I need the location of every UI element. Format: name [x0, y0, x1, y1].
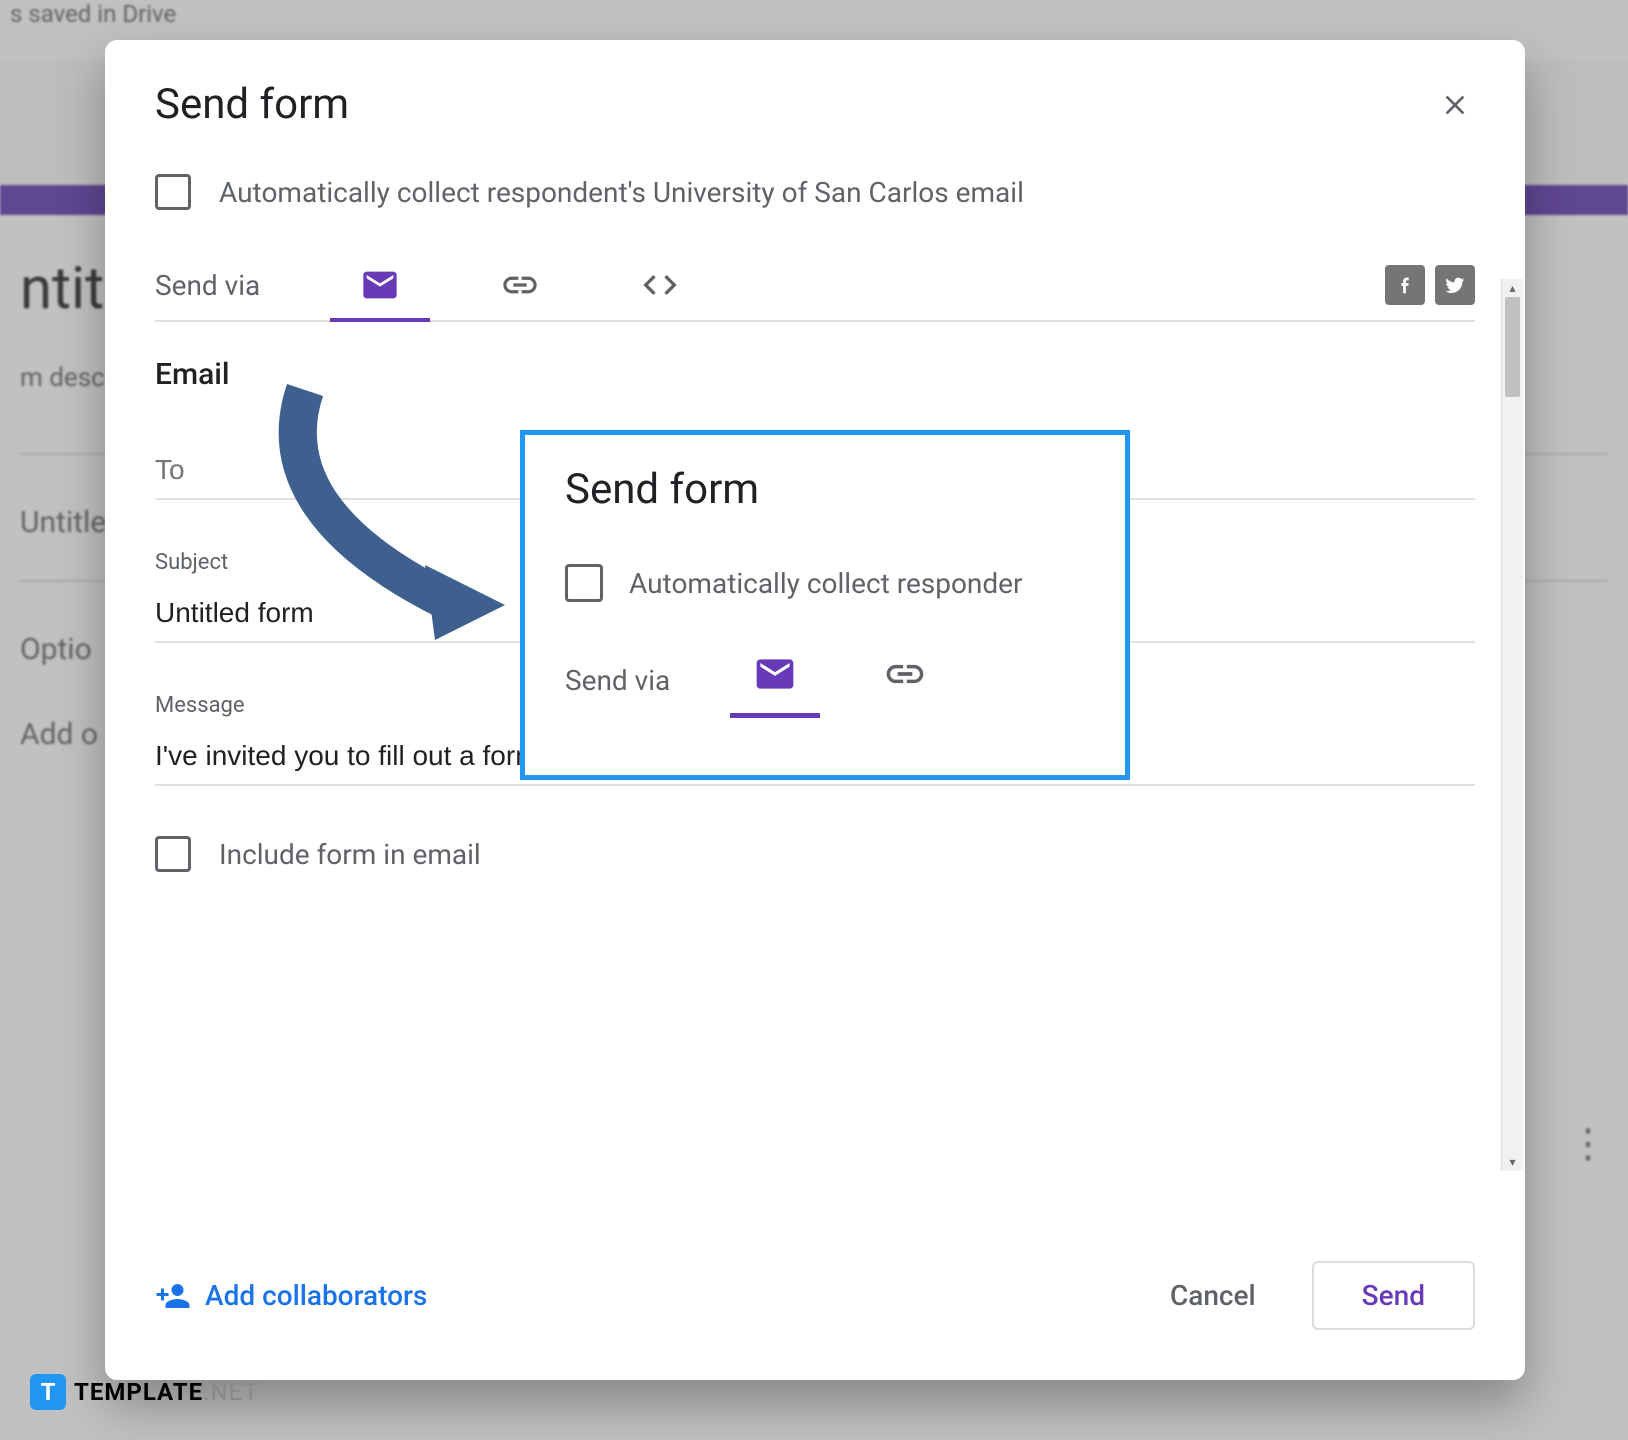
callout-auto-collect-row: Automatically collect responder	[565, 564, 1085, 602]
watermark: T TEMPLATE.NET	[30, 1374, 259, 1410]
add-collaborators-label: Add collaborators	[205, 1279, 427, 1312]
send-button[interactable]: Send	[1312, 1261, 1475, 1330]
watermark-net: .NET	[203, 1378, 259, 1406]
send-via-tabs: Send via	[155, 250, 1475, 322]
close-icon	[1439, 89, 1471, 121]
include-form-checkbox[interactable]	[155, 836, 191, 872]
facebook-icon	[1394, 274, 1416, 296]
callout-send-via-label: Send via	[565, 664, 670, 697]
scroll-up-arrow[interactable]: ▴	[1502, 279, 1523, 297]
cancel-button[interactable]: Cancel	[1134, 1263, 1292, 1328]
watermark-icon: T	[30, 1374, 66, 1410]
facebook-share-button[interactable]	[1385, 265, 1425, 305]
tab-embed[interactable]	[600, 250, 720, 320]
watermark-text: TEMPLATE.NET	[74, 1378, 259, 1406]
dialog-title: Send form	[155, 80, 349, 129]
email-icon	[753, 652, 797, 696]
dialog-scrollbar[interactable]: ▴ ▾	[1501, 279, 1523, 1171]
callout-tab-email	[730, 652, 820, 708]
callout-zoom: Send form Automatically collect responde…	[520, 430, 1130, 780]
close-button[interactable]	[1435, 85, 1475, 125]
callout-checkbox	[565, 564, 603, 602]
callout-tab-link	[860, 652, 950, 708]
callout-send-via-row: Send via	[565, 652, 1085, 708]
embed-icon	[640, 265, 680, 305]
add-collaborators-button[interactable]: Add collaborators	[155, 1278, 427, 1314]
callout-title: Send form	[565, 465, 1085, 514]
tab-email[interactable]	[320, 250, 440, 320]
scroll-thumb[interactable]	[1505, 297, 1520, 397]
social-share-icons	[1385, 265, 1475, 305]
dialog-footer: Add collaborators Cancel Send	[105, 1231, 1525, 1380]
watermark-main: TEMPLATE	[74, 1378, 203, 1406]
include-form-row: Include form in email	[155, 836, 1475, 872]
link-icon	[883, 652, 927, 696]
dialog-header: Send form	[105, 40, 1525, 149]
add-person-icon	[155, 1278, 191, 1314]
email-icon	[360, 265, 400, 305]
auto-collect-checkbox[interactable]	[155, 174, 191, 210]
scroll-down-arrow[interactable]: ▾	[1502, 1153, 1523, 1171]
twitter-icon	[1444, 274, 1466, 296]
auto-collect-row: Automatically collect respondent's Unive…	[155, 174, 1475, 210]
callout-auto-collect-text: Automatically collect responder	[629, 567, 1023, 600]
email-section-heading: Email	[155, 357, 1475, 392]
link-icon	[500, 265, 540, 305]
include-form-label: Include form in email	[219, 838, 481, 871]
send-via-label: Send via	[155, 269, 260, 302]
tab-link[interactable]	[460, 250, 580, 320]
twitter-share-button[interactable]	[1435, 265, 1475, 305]
auto-collect-label: Automatically collect respondent's Unive…	[219, 176, 1024, 209]
